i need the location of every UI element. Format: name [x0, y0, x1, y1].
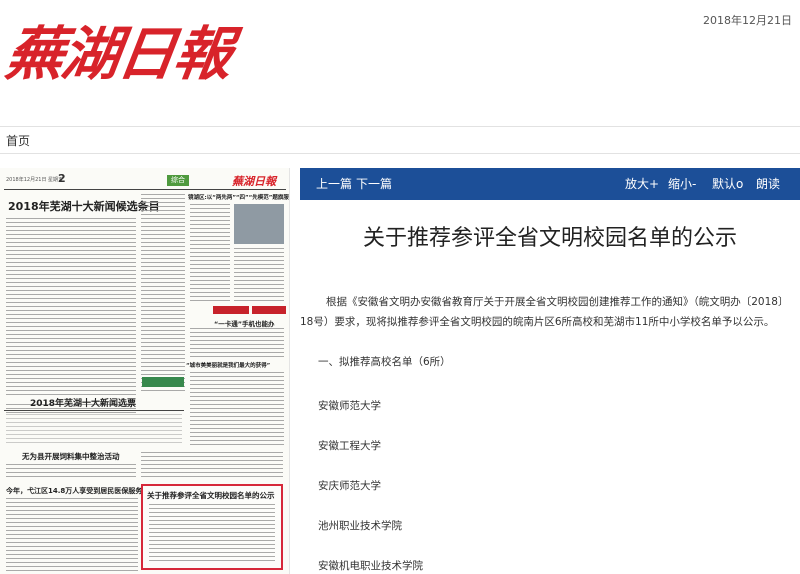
- article-paragraph: 安庆师范大学: [318, 480, 381, 492]
- thumbnail-photo: [234, 204, 284, 244]
- thumbnail-header-date: 2018年12月21日 星期五: [6, 177, 64, 183]
- article-toolbar: 上一篇 下一篇 放大+ 缩小- 默认o 朗读: [300, 168, 800, 200]
- thumbnail-text-block: [6, 464, 136, 480]
- thumbnail-headline-8[interactable]: 镜湖区:以“两先两”“四”“先模范”题旗服务“零距离”: [188, 193, 289, 201]
- next-article-link[interactable]: 下一篇: [356, 168, 392, 200]
- thumbnail-text-block: [6, 218, 136, 398]
- thumbnail-red-badge: [252, 306, 286, 314]
- default-size-button[interactable]: 默认o: [712, 168, 743, 200]
- thumbnail-headline-4[interactable]: 今年，弋江区14.8万人享受到居民医保服务: [6, 486, 142, 496]
- thumbnail-text-block: [190, 204, 230, 304]
- thumbnail-text-block: [6, 498, 138, 574]
- thumbnail-green-ad: [142, 377, 184, 387]
- thumbnail-text-block: [234, 248, 284, 304]
- article-paragraph: 一、拟推荐高校名单（6所）: [318, 356, 451, 368]
- thumbnail-text-block: [141, 194, 185, 394]
- thumbnail-vote-table: [6, 414, 182, 444]
- default-size-label: 默认: [712, 177, 737, 191]
- thumbnail-header-rule: [4, 189, 286, 190]
- masthead: 蕪湖日報 2018年12月21日: [0, 0, 800, 126]
- thumbnail-text-block: [149, 504, 275, 564]
- thumbnail-headline-6[interactable]: “城市美美丽就是我们最大的获得”: [186, 361, 270, 369]
- thumbnail-headline-2[interactable]: 2018年芜湖十大新闻选票: [30, 396, 136, 409]
- nav-divider-top: [0, 126, 800, 127]
- read-aloud-button[interactable]: 朗读: [756, 168, 780, 200]
- thumbnail-headline-3[interactable]: 无为县开展饲料集中整治活动: [22, 451, 120, 462]
- zoom-in-button[interactable]: 放大+: [625, 168, 659, 200]
- issue-date: 2018年12月21日: [703, 14, 792, 27]
- article-paragraph: 安徽工程大学: [318, 440, 381, 452]
- thumbnail-text-block: [141, 452, 283, 480]
- default-size-icon: o: [736, 177, 744, 191]
- thumbnail-headline-7[interactable]: “一卡通”手机也能办: [214, 318, 275, 328]
- article-paragraph: 安徽师范大学: [318, 400, 381, 412]
- nav-home-link[interactable]: 首页: [6, 132, 30, 149]
- thumbnail-headline-5: 关于推荐参评全省文明校园名单的公示: [147, 491, 275, 500]
- newspaper-logo[interactable]: 蕪湖日報: [0, 2, 235, 106]
- article-paragraph: 安徽机电职业技术学院: [318, 560, 423, 572]
- nav-divider-bottom: [0, 153, 800, 154]
- thumbnail-red-badge: [213, 306, 249, 314]
- thumbnail-text-block: [190, 328, 284, 358]
- thumbnail-current-article-highlight[interactable]: 关于推荐参评全省文明校园名单的公示: [141, 484, 283, 570]
- article-title: 关于推荐参评全省文明校园名单的公示: [362, 226, 737, 251]
- thumbnail-text-block: [190, 372, 284, 446]
- zoom-out-button[interactable]: 缩小-: [668, 168, 696, 200]
- thumbnail-table-rule: [4, 410, 184, 411]
- prev-article-link[interactable]: 上一篇: [316, 168, 352, 200]
- article-paragraph: 池州职业技术学院: [318, 520, 402, 532]
- thumbnail-section-tag: 综合: [167, 175, 189, 186]
- thumbnail-mini-logo: 蕪湖日報: [232, 175, 276, 188]
- newspaper-page-thumbnail[interactable]: 2018年12月21日 星期五 2 综合 蕪湖日報 2018年芜湖十大新闻候选条…: [0, 168, 290, 574]
- thumbnail-headline-1[interactable]: 2018年芜湖十大新闻候选条目: [8, 198, 160, 214]
- article-paragraph: 根据《安徽省文明办安徽省教育厅关于开展全省文明校园创建推荐工作的通知》（皖文明办…: [300, 296, 789, 328]
- thumbnail-page-number: 2: [58, 172, 66, 185]
